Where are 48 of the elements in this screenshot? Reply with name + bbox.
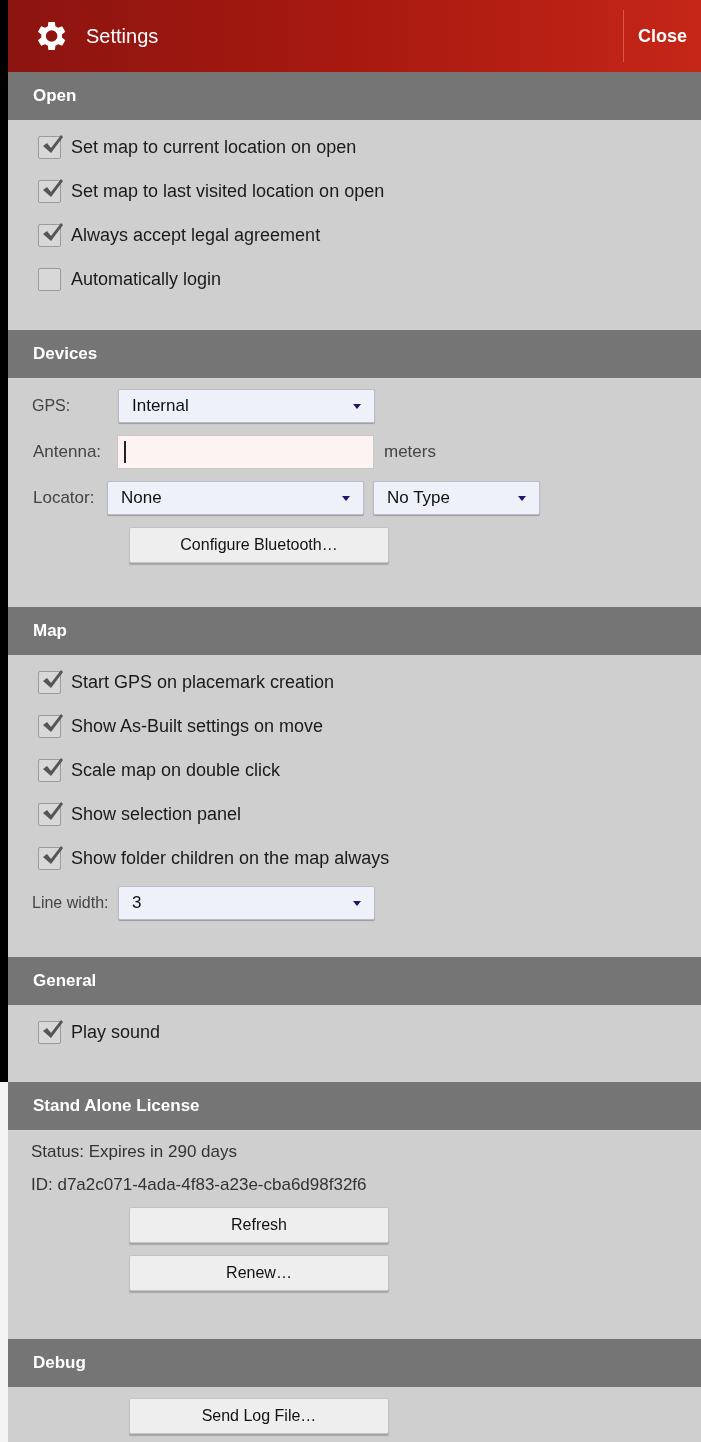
license-info-text: Status: Expires in 290 days <box>31 1140 237 1163</box>
dropdown-caret-icon <box>342 495 350 501</box>
window-title: Settings <box>86 24 159 49</box>
checkbox-label: Show selection panel <box>71 802 242 826</box>
checkbox[interactable] <box>38 179 61 203</box>
field-label: Line width: <box>31 893 110 913</box>
checkbox[interactable] <box>38 267 61 291</box>
checkbox[interactable] <box>38 1020 61 1044</box>
field-label: Antenna: <box>32 441 103 464</box>
checkbox-label: Automatically login <box>71 267 222 291</box>
dropdown-select[interactable]: Internal <box>118 389 375 423</box>
checkbox[interactable] <box>38 758 61 782</box>
checkbox-label: Scale map on double click <box>71 758 281 782</box>
close-button[interactable]: Close <box>623 10 701 62</box>
checkbox-label: Set map to current location on open <box>71 135 357 159</box>
action-button[interactable]: Renew… <box>129 1255 389 1291</box>
checkbox[interactable] <box>38 802 61 826</box>
unit-label: meters <box>384 441 436 464</box>
checkbox[interactable] <box>38 135 61 159</box>
action-button[interactable]: Send Log File… <box>129 1398 389 1434</box>
dropdown-select[interactable]: 3 <box>118 886 375 920</box>
checkbox-label: Show folder children on the map always <box>71 846 390 870</box>
checkbox-label: Play sound <box>71 1020 161 1044</box>
dropdown-caret-icon <box>353 403 361 409</box>
checkbox[interactable] <box>38 846 61 870</box>
checkbox[interactable] <box>38 670 61 694</box>
license-info-text: ID: d7a2c071-4ada-4f83-a23e-cba6d98f32f6 <box>31 1173 367 1196</box>
dropdown-caret-icon <box>353 900 361 906</box>
section-title: Map <box>33 620 67 643</box>
checkbox-label: Always accept legal agreement <box>71 223 321 247</box>
checkbox-label: Show As-Built settings on move <box>71 714 324 738</box>
checkbox-label: Set map to last visited location on open <box>71 179 385 203</box>
section-title: Debug <box>33 1352 86 1375</box>
dropdown-select[interactable]: None <box>107 481 364 515</box>
dropdown-caret-icon <box>518 495 526 501</box>
dropdown-select[interactable]: No Type <box>373 481 540 515</box>
input-field[interactable] <box>117 435 374 469</box>
section-title: General <box>33 970 97 993</box>
section-title: Open <box>33 85 77 108</box>
checkbox-label: Start GPS on placemark creation <box>71 670 335 694</box>
action-button[interactable]: Configure Bluetooth… <box>129 527 389 563</box>
checkbox[interactable] <box>38 714 61 738</box>
field-label: Locator: <box>32 487 96 510</box>
field-label: GPS: <box>31 396 72 416</box>
checkbox[interactable] <box>38 223 61 247</box>
section-title: Stand Alone License <box>33 1095 200 1118</box>
action-button[interactable]: Refresh <box>129 1207 389 1243</box>
section-title: Devices <box>33 343 98 366</box>
